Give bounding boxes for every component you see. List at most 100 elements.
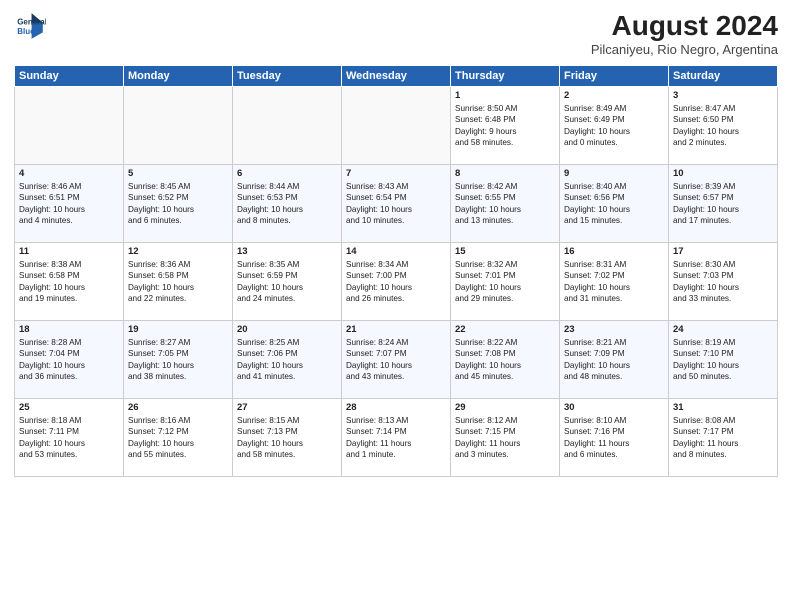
svg-text:Blue: Blue bbox=[17, 27, 35, 36]
day-info: Sunrise: 8:42 AM Sunset: 6:55 PM Dayligh… bbox=[455, 181, 555, 227]
day-info: Sunrise: 8:47 AM Sunset: 6:50 PM Dayligh… bbox=[673, 103, 773, 149]
day-number: 1 bbox=[455, 90, 555, 101]
day-info: Sunrise: 8:39 AM Sunset: 6:57 PM Dayligh… bbox=[673, 181, 773, 227]
svg-text:General: General bbox=[17, 17, 46, 26]
day-info: Sunrise: 8:44 AM Sunset: 6:53 PM Dayligh… bbox=[237, 181, 337, 227]
day-number: 12 bbox=[128, 246, 228, 257]
day-info: Sunrise: 8:18 AM Sunset: 7:11 PM Dayligh… bbox=[19, 415, 119, 461]
day-number: 4 bbox=[19, 168, 119, 179]
logo-icon: General Blue bbox=[14, 10, 46, 42]
day-number: 20 bbox=[237, 324, 337, 335]
title-block: August 2024 Pilcaniyeu, Rio Negro, Argen… bbox=[591, 10, 778, 57]
main-title: August 2024 bbox=[591, 10, 778, 42]
day-info: Sunrise: 8:34 AM Sunset: 7:00 PM Dayligh… bbox=[346, 259, 446, 305]
day-info: Sunrise: 8:49 AM Sunset: 6:49 PM Dayligh… bbox=[564, 103, 664, 149]
day-number: 2 bbox=[564, 90, 664, 101]
calendar-cell: 29 Sunrise: 8:12 AM Sunset: 7:15 PM Dayli… bbox=[451, 399, 560, 477]
calendar-week-row: 4 Sunrise: 8:46 AM Sunset: 6:51 PM Daylig… bbox=[15, 165, 778, 243]
calendar-cell: 22Sunrise: 8:22 AM Sunset: 7:08 PM Dayli… bbox=[451, 321, 560, 399]
calendar-cell bbox=[15, 87, 124, 165]
col-header-saturday: Saturday bbox=[669, 66, 778, 87]
day-number: 18 bbox=[19, 324, 119, 335]
calendar-cell: 10 Sunrise: 8:39 AM Sunset: 6:57 PM Dayli… bbox=[669, 165, 778, 243]
day-info: Sunrise: 8:31 AM Sunset: 7:02 PM Dayligh… bbox=[564, 259, 664, 305]
day-info: Sunrise: 8:15 AM Sunset: 7:13 PM Dayligh… bbox=[237, 415, 337, 461]
day-info: Sunrise: 8:12 AM Sunset: 7:15 PM Dayligh… bbox=[455, 415, 555, 461]
day-info: Sunrise: 8:08 AM Sunset: 7:17 PM Dayligh… bbox=[673, 415, 773, 461]
day-info: Sunrise: 8:25 AM Sunset: 7:06 PM Dayligh… bbox=[237, 337, 337, 383]
day-number: 17 bbox=[673, 246, 773, 257]
day-info: Sunrise: 8:45 AM Sunset: 6:52 PM Dayligh… bbox=[128, 181, 228, 227]
calendar-cell: 2 Sunrise: 8:49 AM Sunset: 6:49 PM Daylig… bbox=[560, 87, 669, 165]
day-number: 8 bbox=[455, 168, 555, 179]
day-info: Sunrise: 8:16 AM Sunset: 7:12 PM Dayligh… bbox=[128, 415, 228, 461]
subtitle: Pilcaniyeu, Rio Negro, Argentina bbox=[591, 42, 778, 57]
header: General Blue August 2024 Pilcaniyeu, Rio… bbox=[14, 10, 778, 57]
day-info: Sunrise: 8:28 AM Sunset: 7:04 PM Dayligh… bbox=[19, 337, 119, 383]
day-number: 24 bbox=[673, 324, 773, 335]
day-info: Sunrise: 8:10 AM Sunset: 7:16 PM Dayligh… bbox=[564, 415, 664, 461]
calendar-cell: 8 Sunrise: 8:42 AM Sunset: 6:55 PM Daylig… bbox=[451, 165, 560, 243]
calendar: SundayMondayTuesdayWednesdayThursdayFrid… bbox=[14, 65, 778, 477]
day-number: 6 bbox=[237, 168, 337, 179]
col-header-monday: Monday bbox=[124, 66, 233, 87]
day-info: Sunrise: 8:35 AM Sunset: 6:59 PM Dayligh… bbox=[237, 259, 337, 305]
col-header-sunday: Sunday bbox=[15, 66, 124, 87]
calendar-week-row: 1Sunrise: 8:50 AM Sunset: 6:48 PM Daylig… bbox=[15, 87, 778, 165]
calendar-cell: 30 Sunrise: 8:10 AM Sunset: 7:16 PM Dayli… bbox=[560, 399, 669, 477]
col-header-friday: Friday bbox=[560, 66, 669, 87]
calendar-cell: 4 Sunrise: 8:46 AM Sunset: 6:51 PM Daylig… bbox=[15, 165, 124, 243]
day-info: Sunrise: 8:30 AM Sunset: 7:03 PM Dayligh… bbox=[673, 259, 773, 305]
day-number: 9 bbox=[564, 168, 664, 179]
day-number: 10 bbox=[673, 168, 773, 179]
calendar-cell bbox=[342, 87, 451, 165]
calendar-cell: 31 Sunrise: 8:08 AM Sunset: 7:17 PM Dayli… bbox=[669, 399, 778, 477]
calendar-cell: 9 Sunrise: 8:40 AM Sunset: 6:56 PM Daylig… bbox=[560, 165, 669, 243]
day-info: Sunrise: 8:43 AM Sunset: 6:54 PM Dayligh… bbox=[346, 181, 446, 227]
day-info: Sunrise: 8:40 AM Sunset: 6:56 PM Dayligh… bbox=[564, 181, 664, 227]
calendar-cell: 18 Sunrise: 8:28 AM Sunset: 7:04 PM Dayli… bbox=[15, 321, 124, 399]
calendar-cell: 24 Sunrise: 8:19 AM Sunset: 7:10 PM Dayli… bbox=[669, 321, 778, 399]
day-number: 11 bbox=[19, 246, 119, 257]
calendar-cell: 11Sunrise: 8:38 AM Sunset: 6:58 PM Dayli… bbox=[15, 243, 124, 321]
day-info: Sunrise: 8:22 AM Sunset: 7:08 PM Dayligh… bbox=[455, 337, 555, 383]
calendar-week-row: 25 Sunrise: 8:18 AM Sunset: 7:11 PM Dayli… bbox=[15, 399, 778, 477]
calendar-cell bbox=[233, 87, 342, 165]
day-number: 16 bbox=[564, 246, 664, 257]
day-number: 13 bbox=[237, 246, 337, 257]
day-number: 19 bbox=[128, 324, 228, 335]
day-number: 25 bbox=[19, 402, 119, 413]
day-number: 30 bbox=[564, 402, 664, 413]
col-header-tuesday: Tuesday bbox=[233, 66, 342, 87]
day-number: 27 bbox=[237, 402, 337, 413]
day-info: Sunrise: 8:19 AM Sunset: 7:10 PM Dayligh… bbox=[673, 337, 773, 383]
calendar-cell: 5Sunrise: 8:45 AM Sunset: 6:52 PM Daylig… bbox=[124, 165, 233, 243]
day-number: 14 bbox=[346, 246, 446, 257]
day-number: 7 bbox=[346, 168, 446, 179]
day-number: 23 bbox=[564, 324, 664, 335]
calendar-cell: 17 Sunrise: 8:30 AM Sunset: 7:03 PM Dayli… bbox=[669, 243, 778, 321]
calendar-header-row: SundayMondayTuesdayWednesdayThursdayFrid… bbox=[15, 66, 778, 87]
calendar-cell: 26Sunrise: 8:16 AM Sunset: 7:12 PM Dayli… bbox=[124, 399, 233, 477]
col-header-wednesday: Wednesday bbox=[342, 66, 451, 87]
day-info: Sunrise: 8:13 AM Sunset: 7:14 PM Dayligh… bbox=[346, 415, 446, 461]
calendar-cell: 19Sunrise: 8:27 AM Sunset: 7:05 PM Dayli… bbox=[124, 321, 233, 399]
day-number: 21 bbox=[346, 324, 446, 335]
calendar-cell: 25 Sunrise: 8:18 AM Sunset: 7:11 PM Dayli… bbox=[15, 399, 124, 477]
calendar-cell: 20 Sunrise: 8:25 AM Sunset: 7:06 PM Dayli… bbox=[233, 321, 342, 399]
page: General Blue August 2024 Pilcaniyeu, Rio… bbox=[0, 0, 792, 612]
calendar-week-row: 11Sunrise: 8:38 AM Sunset: 6:58 PM Dayli… bbox=[15, 243, 778, 321]
day-number: 15 bbox=[455, 246, 555, 257]
calendar-cell: 12Sunrise: 8:36 AM Sunset: 6:58 PM Dayli… bbox=[124, 243, 233, 321]
day-number: 31 bbox=[673, 402, 773, 413]
calendar-cell: 15Sunrise: 8:32 AM Sunset: 7:01 PM Dayli… bbox=[451, 243, 560, 321]
day-number: 29 bbox=[455, 402, 555, 413]
calendar-cell: 3Sunrise: 8:47 AM Sunset: 6:50 PM Daylig… bbox=[669, 87, 778, 165]
calendar-cell: 16 Sunrise: 8:31 AM Sunset: 7:02 PM Dayli… bbox=[560, 243, 669, 321]
calendar-cell: 7 Sunrise: 8:43 AM Sunset: 6:54 PM Daylig… bbox=[342, 165, 451, 243]
day-number: 28 bbox=[346, 402, 446, 413]
day-info: Sunrise: 8:46 AM Sunset: 6:51 PM Dayligh… bbox=[19, 181, 119, 227]
calendar-week-row: 18 Sunrise: 8:28 AM Sunset: 7:04 PM Dayli… bbox=[15, 321, 778, 399]
day-info: Sunrise: 8:21 AM Sunset: 7:09 PM Dayligh… bbox=[564, 337, 664, 383]
calendar-cell: 6 Sunrise: 8:44 AM Sunset: 6:53 PM Daylig… bbox=[233, 165, 342, 243]
